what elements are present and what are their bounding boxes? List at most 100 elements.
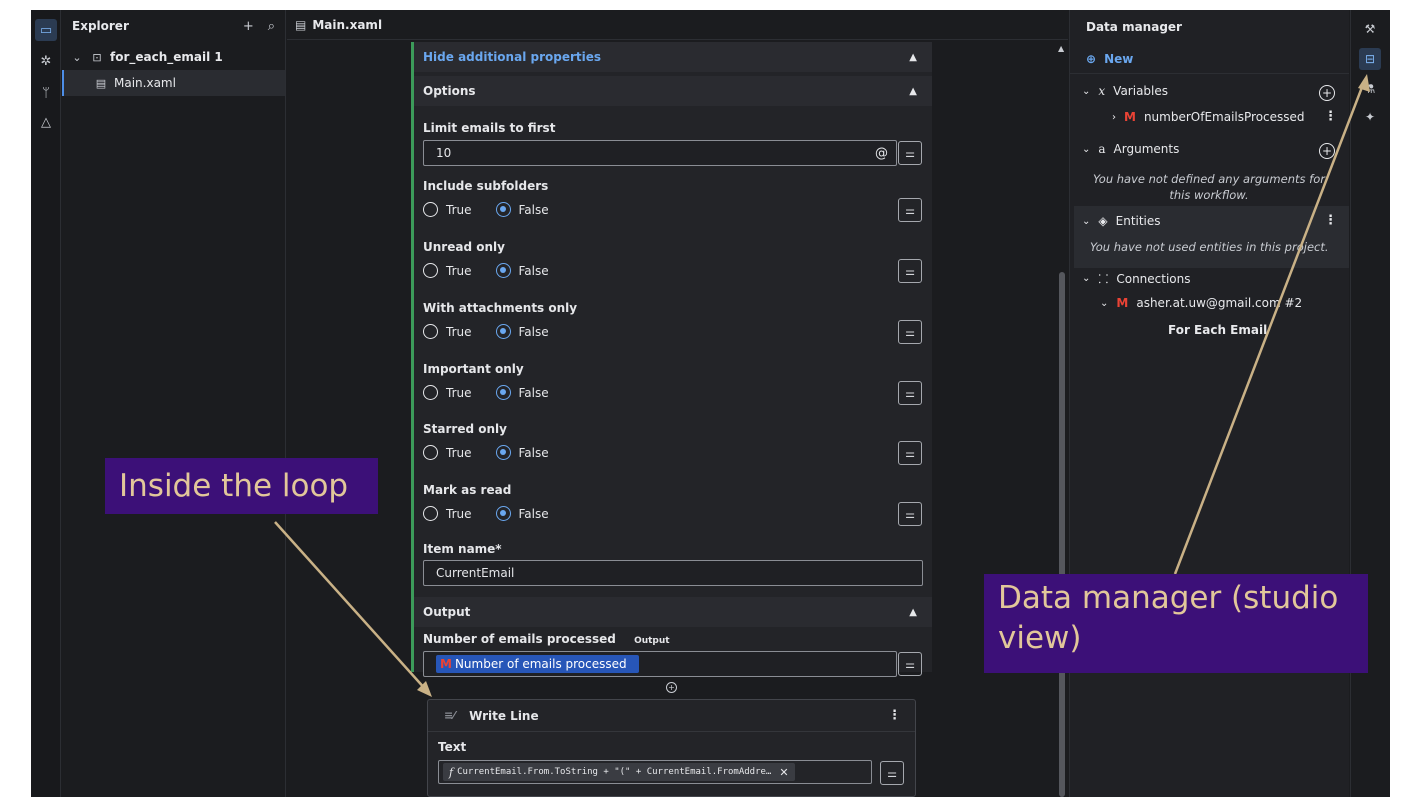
chevron-down-icon[interactable]: ⌄ [1082, 273, 1090, 284]
limit-emails-input[interactable]: 10 @ [423, 140, 897, 166]
options-menu-icon[interactable]: ⚌ [898, 381, 922, 405]
variable-name: numberOfEmailsProcessed [1143, 110, 1305, 124]
radio-false[interactable] [495, 324, 511, 339]
chevron-up-icon[interactable]: ▲ [909, 607, 917, 618]
entities-icon: ◈ [1098, 214, 1108, 228]
activities-icon[interactable]: △ [35, 111, 57, 133]
write-line-icon: ≡⁄ [444, 709, 456, 722]
add-activity-icon[interactable]: + [666, 682, 677, 693]
radio-false[interactable] [495, 202, 511, 217]
connections-label: Connections [1116, 271, 1191, 286]
test-icon[interactable]: ⚗ [1359, 78, 1381, 100]
chevron-down-icon[interactable]: ⌄ [1100, 298, 1108, 309]
chevron-right-icon[interactable]: › [1112, 112, 1116, 123]
inside-loop-callout: Inside the loop [105, 458, 378, 514]
scroll-thumb[interactable] [1059, 272, 1065, 797]
mark-as-read-radios: True False [423, 506, 549, 521]
entities-group[interactable]: ⌄ ◈ Entities [1082, 214, 1161, 228]
radio-true[interactable] [423, 506, 438, 521]
options-menu-icon[interactable]: ⚌ [898, 320, 922, 344]
hide-additional-label: Hide additional properties [423, 50, 602, 64]
variable-chip-label: Number of emails processed [454, 657, 627, 671]
add-variable-icon[interactable]: + [1319, 85, 1335, 101]
radio-group-label: Important only [423, 362, 524, 376]
options-menu-icon[interactable]: ⚌ [898, 259, 922, 283]
options-menu-icon[interactable]: ⚌ [898, 652, 922, 676]
add-argument-icon[interactable]: + [1319, 143, 1335, 159]
search-icon[interactable]: ⌕ [268, 19, 275, 34]
radio-true[interactable] [423, 445, 438, 460]
pin-icon[interactable]: ✦ [1359, 106, 1381, 128]
tab-main-xaml[interactable]: Main.xaml [312, 18, 382, 32]
source-control-icon[interactable]: ᛘ [35, 82, 57, 104]
chevron-down-icon[interactable]: ⌄ [1082, 216, 1090, 227]
item-name-input[interactable]: CurrentEmail [423, 560, 923, 586]
output-section-header[interactable]: Output ▲ [414, 597, 932, 627]
canvas-scrollbar[interactable]: ▲ [1056, 44, 1068, 797]
connection-account: asher.at.uw@gmail.com #2 [1136, 296, 1303, 310]
options-menu-icon[interactable]: ⚌ [898, 502, 922, 526]
radio-false-label: False [518, 202, 549, 217]
expression-chip[interactable]: f CurrentEmail.From.ToString + "(" + Cur… [443, 763, 795, 781]
variables-group[interactable]: ⌄ x Variables [1082, 84, 1168, 98]
text-expression-input[interactable]: f CurrentEmail.From.ToString + "(" + Cur… [438, 760, 872, 784]
file-icon: ▤ [95, 76, 107, 90]
variables-label: Variables [1113, 84, 1169, 98]
chevron-up-icon[interactable]: ▲ [909, 52, 917, 63]
options-menu-icon[interactable]: ⚌ [898, 198, 922, 222]
variable-chip[interactable]: M Number of emails processed [436, 655, 639, 673]
more-options-icon[interactable]: ⋮ [1324, 213, 1337, 228]
options-menu-icon[interactable]: ⚌ [880, 761, 904, 785]
data-manager-icon[interactable]: ⊟ [1359, 48, 1381, 70]
tree-item-main-xaml[interactable]: ▤ Main.xaml [62, 70, 285, 96]
add-icon[interactable]: + [243, 19, 254, 34]
more-options-icon[interactable]: ⋮ [1324, 109, 1337, 124]
radio-false-label: False [518, 506, 549, 521]
arguments-label: Arguments [1113, 142, 1180, 156]
file-icon: ▤ [295, 17, 307, 32]
debug-icon[interactable]: ✲ [35, 50, 57, 72]
radio-true-label: True [446, 385, 472, 400]
explorer-title: Explorer [72, 19, 129, 33]
radio-group-label: Mark as read [423, 483, 512, 497]
arguments-group[interactable]: ⌄ a Arguments [1082, 142, 1179, 156]
connections-group[interactable]: ⌄ ⸬ Connections [1082, 270, 1191, 287]
unread-only-radios: True False [423, 263, 549, 278]
radio-true-label: True [446, 324, 472, 339]
connection-usage[interactable]: For Each Email [1168, 323, 1267, 337]
variable-item[interactable]: › M numberOfEmailsProcessed [1112, 110, 1305, 124]
radio-true[interactable] [423, 385, 438, 400]
radio-true[interactable] [423, 263, 438, 278]
explorer-icon[interactable]: ▭ [35, 19, 57, 41]
tree-item-project[interactable]: ⌄ ⊡ for_each_email 1 [62, 44, 285, 70]
more-options-icon[interactable]: ⋮ [888, 708, 901, 723]
chevron-down-icon[interactable]: ⌄ [70, 51, 84, 64]
data-manager-callout-line1: Data manager (studio [998, 580, 1339, 616]
text-label: Text [438, 740, 467, 754]
close-icon[interactable]: ✕ [779, 766, 788, 779]
hide-additional-properties[interactable]: Hide additional properties ▲ [414, 42, 932, 72]
chevron-down-icon[interactable]: ⌄ [1082, 144, 1090, 155]
connection-item[interactable]: ⌄ M asher.at.uw@gmail.com #2 [1100, 296, 1302, 310]
write-line-activity[interactable]: ≡⁄ Write Line ⋮ Text f CurrentEmail.From… [427, 699, 916, 797]
include-subfolders-radios: True False [423, 202, 549, 217]
chevron-up-icon[interactable]: ▲ [909, 86, 917, 97]
scroll-up-icon[interactable]: ▲ [1058, 44, 1064, 53]
new-button[interactable]: ⊕ New [1070, 44, 1349, 74]
with-attachments-radios: True False [423, 324, 549, 339]
options-menu-icon[interactable]: ⚌ [898, 441, 922, 465]
expression-text: CurrentEmail.From.ToString + "(" + Curre… [457, 767, 772, 777]
options-section-header[interactable]: Options ▲ [414, 76, 932, 106]
chevron-down-icon[interactable]: ⌄ [1082, 86, 1090, 97]
radio-false[interactable] [495, 506, 511, 521]
output-variable-input[interactable]: M Number of emails processed [423, 651, 897, 677]
options-menu-icon[interactable]: ⚌ [898, 141, 922, 165]
at-icon[interactable]: @ [875, 146, 888, 161]
arguments-empty-note: You have not defined any arguments for t… [1093, 172, 1325, 202]
radio-false[interactable] [495, 263, 511, 278]
radio-true[interactable] [423, 324, 438, 339]
radio-false[interactable] [495, 445, 511, 460]
radio-true[interactable] [423, 202, 438, 217]
wrench-icon[interactable]: ⚒ [1359, 18, 1381, 40]
radio-false[interactable] [495, 385, 511, 400]
